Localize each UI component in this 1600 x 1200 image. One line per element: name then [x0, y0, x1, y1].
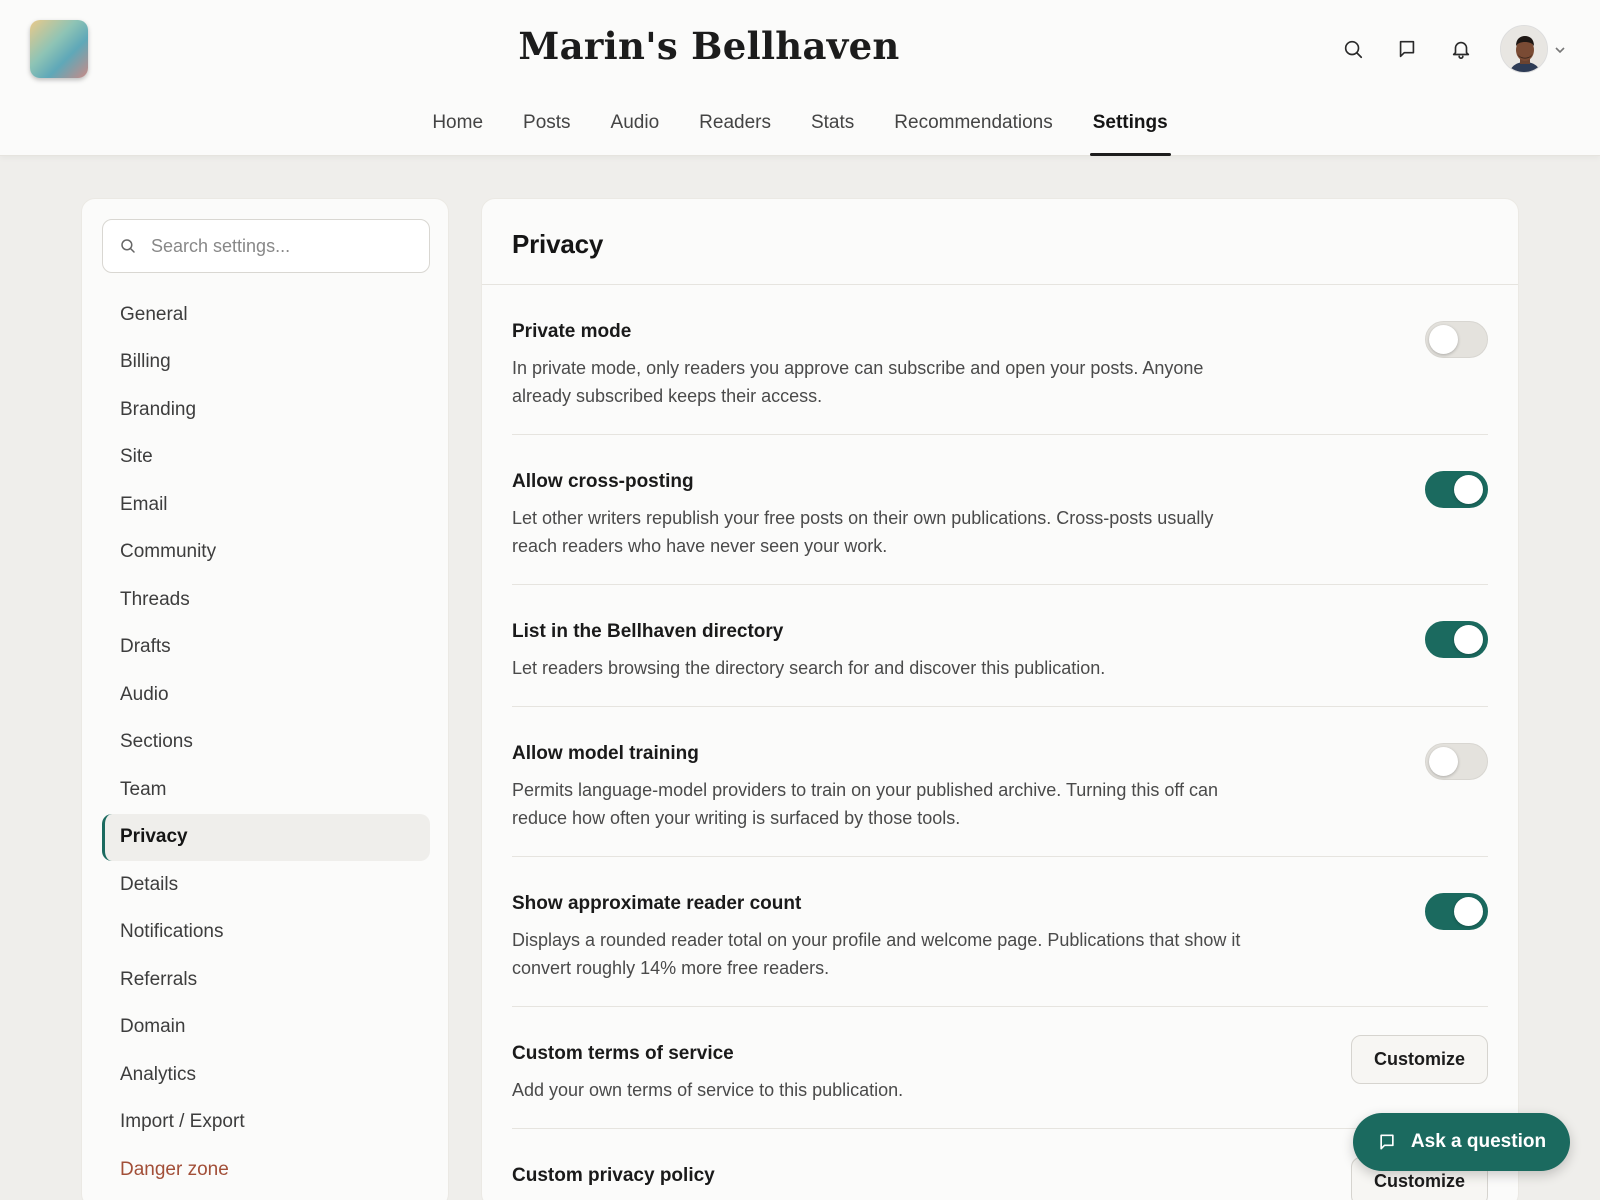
sidebar-item-analytics[interactable]: Analytics	[102, 1051, 430, 1099]
setting-description: Displays a rounded reader total on your …	[512, 930, 1241, 978]
toggle-knob	[1454, 896, 1483, 926]
page-title: Privacy	[512, 229, 604, 259]
setting-title: Custom privacy policy	[512, 1165, 715, 1186]
sidebar-item-branding[interactable]: Branding	[102, 386, 430, 434]
sidebar-item-notifications[interactable]: Notifications	[102, 909, 430, 957]
setting-row-allow-cross-posting: Allow cross-posting Let other writers rep…	[512, 435, 1488, 585]
setting-row-custom-privacy-policy: Custom privacy policyAdd your own privac…	[512, 1129, 1488, 1200]
tab-home[interactable]: Home	[412, 104, 503, 156]
sidebar-item-drafts[interactable]: Drafts	[102, 624, 430, 672]
sidebar-item-billing[interactable]: Billing	[102, 339, 430, 387]
tab-readers[interactable]: Readers	[679, 104, 791, 156]
customize-custom-terms-of-service-button[interactable]: Customize	[1350, 1035, 1488, 1084]
search-icon	[121, 239, 135, 253]
sidebar-item-danger-zone[interactable]: Danger zone	[102, 1146, 430, 1194]
setting-row-private-mode: Private mode In private mode, only reader…	[512, 285, 1488, 435]
sidebar-item-domain[interactable]: Domain	[102, 1004, 430, 1052]
setting-description: Add your own terms of service to this pu…	[512, 1080, 904, 1100]
top-header: Marin's Bellhaven Home Posts Audio Reade…	[0, 0, 1600, 156]
settings-sidebar: GeneralBillingBrandingSiteEmailCommunity…	[81, 198, 449, 1200]
tab-stats[interactable]: Stats	[791, 104, 874, 156]
sidebar-item-site[interactable]: Site	[102, 434, 430, 482]
setting-row-list-in-the-bellhaven-directory: List in the Bellhaven directory Let reade…	[512, 585, 1488, 707]
chat-icon	[1380, 1134, 1394, 1150]
header-actions	[1314, 25, 1566, 73]
toggle-knob	[1454, 474, 1483, 504]
setting-title: List in the Bellhaven directory	[512, 621, 784, 642]
settings-search[interactable]	[102, 219, 430, 273]
allow-model-training-toggle[interactable]	[1425, 743, 1488, 780]
setting-title: Show approximate reader count	[512, 893, 802, 914]
ask-question-label: Ask a question	[1410, 1131, 1547, 1152]
private-mode-toggle[interactable]	[1425, 321, 1488, 358]
setting-title: Allow cross-posting	[512, 471, 694, 492]
setting-description: In private mode, only readers you approv…	[512, 358, 1204, 406]
account-menu[interactable]	[1500, 25, 1566, 73]
toggle-knob	[1454, 624, 1483, 654]
allow-cross-posting-toggle[interactable]	[1425, 471, 1488, 508]
panel-header: Privacy	[482, 199, 1518, 285]
settings-nav-list: General Billing Branding Site Email Community…	[102, 291, 430, 1194]
sidebar-item-threads[interactable]: Threads	[102, 576, 430, 624]
toggle-knob	[1429, 746, 1458, 776]
user-avatar[interactable]	[1500, 25, 1548, 73]
setting-title: Custom terms of service	[512, 1043, 734, 1064]
site-title[interactable]: Marin's Bellhaven	[0, 24, 1418, 68]
chevron-down-icon	[1554, 43, 1566, 55]
sidebar-item-team[interactable]: Team	[102, 766, 430, 814]
list-in-the-bellhaven-directory-toggle[interactable]	[1425, 621, 1488, 658]
sidebar-item-audio[interactable]: Audio	[102, 671, 430, 719]
bell-icon[interactable]	[1446, 34, 1476, 64]
setting-title: Allow model training	[512, 743, 699, 764]
setting-title: Private mode	[512, 321, 632, 342]
sidebar-item-referrals[interactable]: Referrals	[102, 956, 430, 1004]
sidebar-item-sections[interactable]: Sections	[102, 719, 430, 767]
setting-row-show-approximate-reader-count: Show approximate reader count Displays a …	[512, 857, 1488, 1007]
ask-question-button[interactable]: Ask a question	[1353, 1113, 1570, 1171]
sidebar-item-general[interactable]: General	[102, 291, 430, 339]
sidebar-item-community[interactable]: Community	[102, 529, 430, 577]
tab-audio[interactable]: Audio	[591, 104, 680, 156]
sidebar-item-email[interactable]: Email	[102, 481, 430, 529]
setting-description: Permits language-model providers to trai…	[512, 780, 1219, 828]
tab-posts[interactable]: Posts	[503, 104, 591, 156]
sidebar-item-import-export[interactable]: Import / Export	[102, 1099, 430, 1147]
setting-description: Let readers browsing the directory searc…	[512, 658, 1106, 678]
settings-rows: Private mode In private mode, only reader…	[482, 285, 1518, 1200]
tab-recommendations[interactable]: Recommendations	[874, 104, 1072, 156]
setting-row-custom-terms-of-service: Custom terms of service Add your own term…	[512, 1007, 1488, 1129]
setting-row-allow-model-training: Allow model training Permits language-mod…	[512, 707, 1488, 857]
show-approximate-reader-count-toggle[interactable]	[1425, 893, 1488, 930]
sidebar-item-details[interactable]: Details	[102, 861, 430, 909]
settings-search-input[interactable]	[151, 235, 401, 257]
setting-description: Let other writers republish your free po…	[512, 508, 1214, 556]
toggle-knob	[1429, 324, 1458, 354]
sidebar-item-privacy[interactable]: Privacy	[102, 813, 430, 861]
main-nav: Home Posts Audio Readers Stats Recommendation…	[0, 104, 1600, 156]
chat-icon[interactable]	[1392, 34, 1422, 64]
tab-settings[interactable]: Settings	[1073, 104, 1188, 156]
privacy-panel: Privacy Private mode In private mode, onl…	[481, 198, 1519, 1200]
search-icon[interactable]	[1338, 34, 1368, 64]
